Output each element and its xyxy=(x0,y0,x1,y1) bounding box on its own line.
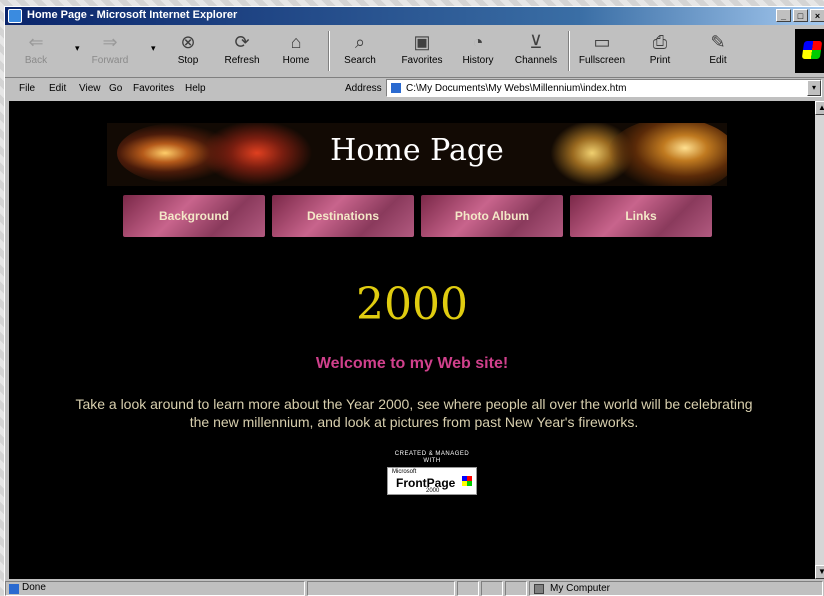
page-content: Home Page Background Destinations Photo … xyxy=(9,101,815,579)
welcome-heading: Welcome to my Web site! xyxy=(315,355,509,372)
frontpage-badge[interactable]: CREATED & MANAGED WITH Microsoft FrontPa… xyxy=(386,451,478,499)
menu-favorites[interactable]: Favorites xyxy=(133,83,174,94)
minimize-button[interactable]: _ xyxy=(776,9,791,22)
badge-caption-with: WITH xyxy=(423,458,441,464)
fullscreen-icon: ▭ xyxy=(593,32,611,52)
nav-destinations-button[interactable]: Destinations xyxy=(272,195,414,237)
nav-background-button[interactable]: Background xyxy=(123,195,265,237)
history-icon: ◔ xyxy=(472,32,484,52)
back-dropdown[interactable]: ▾ xyxy=(75,43,80,54)
status-panel xyxy=(457,581,479,596)
badge-version: 2000 xyxy=(426,488,440,494)
menu-help[interactable]: Help xyxy=(185,83,206,94)
menu-bar: File Edit View Go Favorites Help xyxy=(5,78,335,100)
status-main-panel: Done xyxy=(5,581,305,596)
nav-label: Links xyxy=(625,209,657,223)
status-bar: Done My Computer xyxy=(5,581,824,596)
status-zone: My Computer xyxy=(550,583,611,594)
back-label: Back xyxy=(24,55,48,66)
badge-microsoft: Microsoft xyxy=(392,469,417,475)
favorites-button[interactable]: ▣ Favorites xyxy=(397,29,447,75)
fullscreen-label: Fullscreen xyxy=(578,55,626,66)
toolbar-separator xyxy=(568,31,570,71)
home-page-banner: Home Page xyxy=(107,123,727,186)
search-icon: ⌕ xyxy=(354,32,366,52)
nav-links-button[interactable]: Links xyxy=(570,195,712,237)
standard-toolbar: ⇐ Back ▾ ⇒ Forward ▾ ⊗ Stop ⟳ Refresh ⌂ … xyxy=(5,27,824,78)
search-button[interactable]: ⌕ Search xyxy=(335,29,385,75)
year-heading: 2000 xyxy=(356,279,468,330)
print-icon: ⎙ xyxy=(652,32,668,52)
computer-icon xyxy=(534,584,544,594)
forward-arrow-icon: ⇒ xyxy=(102,32,118,52)
close-button[interactable]: × xyxy=(810,9,824,22)
browser-window: Home Page - Microsoft Internet Explorer … xyxy=(4,6,824,596)
intro-paragraph: Take a look around to learn more about t… xyxy=(75,396,753,430)
stop-button[interactable]: ⊗ Stop xyxy=(163,29,213,75)
forward-button[interactable]: ⇒ Forward xyxy=(85,29,135,75)
print-button[interactable]: ⎙ Print xyxy=(635,29,685,75)
channels-button[interactable]: ⊻ Channels xyxy=(511,29,561,75)
address-dropdown[interactable]: ▾ xyxy=(807,80,821,96)
address-bar[interactable]: C:\My Documents\My Webs\Millennium\index… xyxy=(386,79,822,97)
history-label: History xyxy=(462,55,494,66)
refresh-button[interactable]: ⟳ Refresh xyxy=(217,29,267,75)
address-input[interactable]: C:\My Documents\My Webs\Millennium\index… xyxy=(406,83,626,94)
vertical-scrollbar[interactable]: ▲ ▼ xyxy=(815,101,824,579)
status-panel xyxy=(307,581,455,596)
title-bar[interactable]: Home Page - Microsoft Internet Explorer … xyxy=(5,7,824,25)
stop-icon: ⊗ xyxy=(180,32,196,52)
address-label: Address xyxy=(345,83,382,94)
menu-file[interactable]: File xyxy=(19,83,35,94)
nav-label: Destinations xyxy=(306,209,379,223)
status-panel xyxy=(505,581,527,596)
nav-label: Photo Album xyxy=(454,209,530,223)
menu-edit[interactable]: Edit xyxy=(49,83,66,94)
print-label: Print xyxy=(649,55,671,66)
ie-app-icon[interactable] xyxy=(8,9,22,23)
frontpage-logo: Microsoft FrontPage 2000 xyxy=(387,467,477,495)
toolbar-separator xyxy=(328,31,330,71)
page-done-icon xyxy=(9,584,19,594)
refresh-icon: ⟳ xyxy=(234,32,250,52)
forward-dropdown[interactable]: ▾ xyxy=(151,43,156,54)
nav-photo-album-button[interactable]: Photo Album xyxy=(421,195,563,237)
favorites-label: Favorites xyxy=(401,55,443,66)
home-icon: ⌂ xyxy=(290,32,302,52)
back-arrow-icon: ⇐ xyxy=(28,32,44,52)
badge-caption: CREATED & MANAGED xyxy=(394,451,470,457)
windows-flag-icon xyxy=(801,41,823,59)
refresh-label: Refresh xyxy=(224,55,260,66)
edit-icon: ✎ xyxy=(710,32,726,52)
status-zone-panel: My Computer xyxy=(529,581,823,596)
status-text: Done xyxy=(22,582,46,593)
menu-view[interactable]: View xyxy=(79,83,101,94)
search-label: Search xyxy=(344,55,376,66)
fullscreen-button[interactable]: ▭ Fullscreen xyxy=(577,29,627,75)
nav-label: Background xyxy=(158,209,229,223)
banner-title: Home Page xyxy=(330,133,504,168)
windows-logo-throbber xyxy=(795,29,824,73)
channels-label: Channels xyxy=(514,55,558,66)
history-button[interactable]: ◔ History xyxy=(453,29,503,75)
menu-go[interactable]: Go xyxy=(109,83,122,94)
scroll-down-arrow[interactable]: ▼ xyxy=(815,565,824,579)
home-label: Home xyxy=(282,55,310,66)
channels-icon: ⊻ xyxy=(529,32,543,52)
page-icon xyxy=(390,82,402,94)
edit-label: Edit xyxy=(709,55,727,66)
forward-label: Forward xyxy=(91,55,129,66)
home-button[interactable]: ⌂ Home xyxy=(271,29,321,75)
status-panel xyxy=(481,581,503,596)
stop-label: Stop xyxy=(177,55,199,66)
scroll-up-arrow[interactable]: ▲ xyxy=(815,101,824,115)
edit-button[interactable]: ✎ Edit xyxy=(693,29,743,75)
office-flag-icon xyxy=(462,476,472,486)
maximize-button[interactable]: □ xyxy=(793,9,808,22)
window-title: Home Page - Microsoft Internet Explorer xyxy=(27,9,238,21)
back-button[interactable]: ⇐ Back xyxy=(11,29,61,75)
favorites-icon: ▣ xyxy=(413,32,431,52)
